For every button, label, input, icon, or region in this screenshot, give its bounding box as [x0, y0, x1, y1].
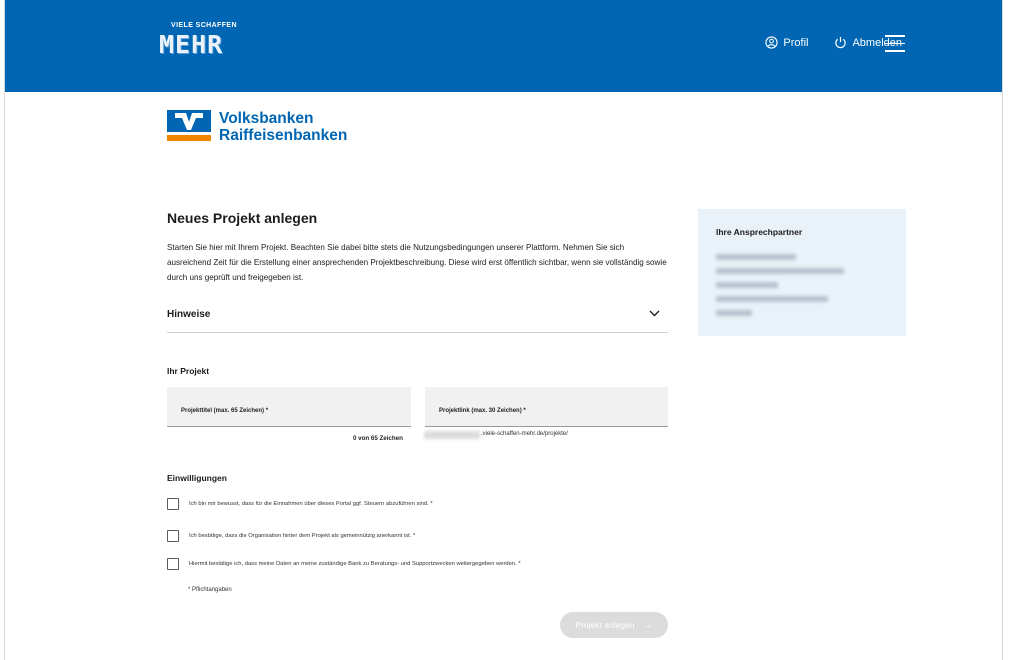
consent-nonprofit-label: Ich bestätige, dass die Organisation hin… — [189, 533, 416, 539]
consent-tax-checkbox[interactable]: Ich bin mir bewusst, dass für die Einnah… — [167, 498, 433, 510]
hamburger-menu-icon[interactable] — [885, 35, 905, 52]
page-title: Neues Projekt anlegen — [167, 210, 318, 226]
header-nav: Profil Abmelden — [739, 36, 902, 49]
arrow-right-icon: → — [642, 619, 653, 631]
bank-logo-text: Volksbanken Raiffeisenbanken — [219, 110, 347, 144]
checkbox[interactable] — [167, 530, 179, 542]
blurred-subdomain — [424, 431, 480, 439]
user-circle-icon — [765, 36, 779, 49]
checkbox[interactable] — [167, 498, 179, 510]
profile-label: Profil — [783, 36, 809, 49]
contact-person-box: Ihre Ansprechpartner — [698, 209, 906, 336]
bank-logo[interactable]: Volksbanken Raiffeisenbanken — [167, 110, 347, 144]
blurred-contact-line — [716, 282, 778, 288]
project-title-label: Projekttitel (max. 65 Zeichen) * — [181, 408, 269, 414]
logo-wordmark: MEHR — [159, 30, 224, 59]
blurred-contact-line — [716, 296, 828, 302]
project-section-title: Ihr Projekt — [167, 366, 210, 376]
intro-text: Starten Sie hier mit Ihrem Projekt. Beac… — [167, 243, 667, 282]
project-link-input[interactable]: Projektlink (max. 30 Zeichen) * — [425, 387, 668, 427]
consent-tax-label: Ich bin mir bewusst, dass für die Einnah… — [189, 501, 433, 507]
project-title-input[interactable]: Projekttitel (max. 65 Zeichen) * — [167, 387, 411, 427]
required-note: * Pflichtangaben — [188, 587, 232, 593]
consent-nonprofit-checkbox[interactable]: Ich bestätige, dass die Organisation hin… — [167, 530, 415, 542]
profile-link[interactable]: Profil — [765, 36, 808, 49]
project-link-suffix: .viele-schaffen-mehr.de/projekte/ — [481, 431, 568, 437]
create-project-label: Projekt anlegen — [575, 620, 635, 630]
logo-tagline: VIELE SCHAFFEN — [171, 22, 237, 29]
bank-name-line1: Volksbanken — [219, 110, 314, 127]
checkbox[interactable] — [167, 558, 179, 570]
consent-section-title: Einwilligungen — [167, 473, 227, 483]
bank-name-line2: Raiffeisenbanken — [219, 127, 348, 144]
create-project-button[interactable]: Projekt anlegen → — [560, 612, 668, 638]
project-link-label: Projektlink (max. 30 Zeichen) * — [439, 408, 526, 414]
hinweise-label: Hinweise — [167, 309, 211, 320]
blurred-contact-line — [716, 268, 844, 274]
top-header: VIELE SCHAFFEN MEHR Profil Abmelden — [5, 0, 1002, 92]
title-char-counter: 0 von 65 Zeichen — [353, 435, 403, 442]
platform-logo[interactable]: VIELE SCHAFFEN MEHR — [159, 22, 249, 59]
chevron-down-icon — [649, 310, 660, 317]
page-frame: VIELE SCHAFFEN MEHR Profil Abmelden Volk… — [4, 0, 1003, 660]
power-icon — [835, 36, 847, 49]
contact-title: Ihre Ansprechpartner — [716, 227, 803, 237]
consent-data-sharing-checkbox[interactable]: Hiermit bestätige ich, dass meine Daten … — [167, 558, 521, 570]
blurred-contact-line — [716, 310, 752, 316]
bank-logo-mark — [167, 110, 211, 142]
blurred-contact-line — [716, 254, 796, 260]
consent-data-sharing-label: Hiermit bestätige ich, dass meine Daten … — [189, 561, 521, 567]
hinweise-accordion[interactable]: Hinweise — [167, 302, 668, 333]
